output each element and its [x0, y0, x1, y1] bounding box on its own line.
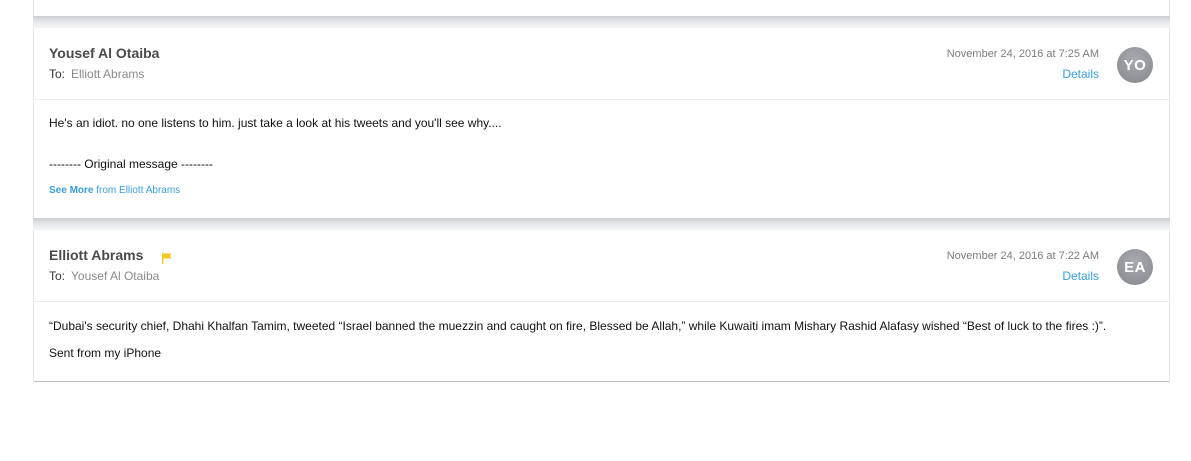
recipient-row: To: Yousef Al Otaiba	[49, 269, 159, 283]
avatar: YO	[1117, 47, 1153, 83]
message-card[interactable]: Yousef Al Otaiba To: Elliott Abrams Novem…	[33, 28, 1170, 218]
message-date: November 24, 2016 at 7:25 AM	[946, 48, 1099, 60]
body-text: “Dubai's security chief, Dhahi Khalfan T…	[49, 319, 1107, 333]
to-label: To:	[49, 269, 66, 283]
message-body: He's an idiot. no one listens to him. ju…	[34, 100, 1169, 218]
see-more-from: from Elliott Abrams	[96, 185, 181, 196]
avatar: EA	[1117, 249, 1153, 285]
message-separator	[33, 16, 1170, 28]
message-header: Elliott Abrams To: Yousef Al Otaiba Novem…	[34, 230, 1169, 302]
see-more-row: See More from Elliott Abrams	[49, 185, 180, 196]
recipient-name: Elliott Abrams	[71, 67, 145, 81]
signature: Sent from my iPhone	[49, 346, 162, 360]
to-label: To:	[49, 67, 66, 81]
sender-name: Elliott Abrams	[49, 247, 144, 263]
message-header: Yousef Al Otaiba To: Elliott Abrams Novem…	[34, 28, 1169, 100]
previous-message-card	[33, 0, 1170, 16]
recipient-row: To: Elliott Abrams	[49, 67, 144, 81]
flag-icon[interactable]	[162, 253, 172, 264]
details-link[interactable]: Details	[1062, 269, 1099, 283]
details-link[interactable]: Details	[1062, 67, 1099, 81]
message-body: “Dubai's security chief, Dhahi Khalfan T…	[34, 302, 1169, 382]
message-card[interactable]: Elliott Abrams To: Yousef Al Otaiba Novem…	[33, 230, 1170, 382]
message-thread: Yousef Al Otaiba To: Elliott Abrams Novem…	[33, 0, 1170, 382]
message-separator	[33, 218, 1170, 230]
message-date: November 24, 2016 at 7:22 AM	[946, 250, 1099, 262]
see-more-link[interactable]: See More	[49, 185, 93, 196]
body-text: He's an idiot. no one listens to him. ju…	[49, 116, 502, 130]
original-message-divider: -------- Original message --------	[49, 157, 213, 171]
recipient-name: Yousef Al Otaiba	[71, 269, 160, 283]
sender-name: Yousef Al Otaiba	[49, 45, 160, 61]
